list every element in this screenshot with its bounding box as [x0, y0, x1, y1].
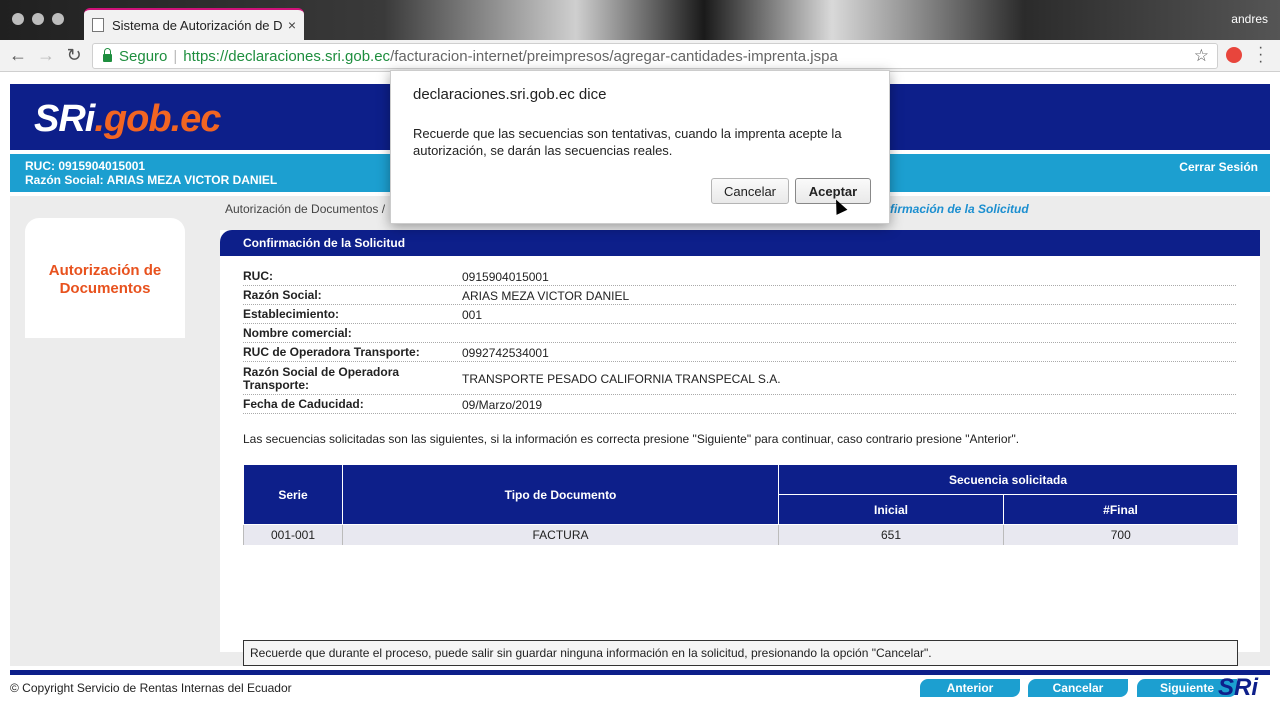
browser-menu-icon[interactable]: · · ·: [1258, 40, 1263, 70]
url-path: /facturacion-internet/preimpresos/agrega…: [390, 47, 838, 65]
breadcrumb-current: firmación de la Solicitud: [890, 202, 1029, 216]
dialog-cancel-button[interactable]: Cancelar: [711, 178, 789, 204]
url-host: https://declaraciones.sri.gob.ec: [183, 47, 391, 65]
field-ruc: RUC: 0915904015001: [243, 270, 1236, 286]
document-favicon-icon: [92, 18, 104, 32]
sidebar-card: Autorización de Documentos: [25, 218, 185, 338]
sidebar-title[interactable]: Autorización de Documentos: [25, 262, 185, 298]
logo-ec-text: .ec: [170, 98, 222, 140]
field-label: RUC de Operadora Transporte:: [243, 345, 420, 359]
col-secuencia: Secuencia solicitada: [778, 464, 1238, 495]
col-final: #Final: [1003, 494, 1238, 525]
dialog-message: Recuerde que las secuencias son tentativ…: [413, 126, 842, 158]
minimize-window-icon[interactable]: [32, 13, 44, 25]
field-nombre-comercial: Nombre comercial:: [243, 327, 1236, 343]
sequence-notice: Las secuencias solicitadas son las sigui…: [243, 432, 1020, 446]
breadcrumb[interactable]: Autorización de Documentos /: [225, 202, 385, 216]
extension-icon[interactable]: [1226, 47, 1242, 63]
footer-line: [10, 670, 1270, 675]
lock-icon: [103, 48, 112, 62]
tab-close-icon[interactable]: ×: [288, 17, 296, 33]
field-label: Fecha de Caducidad:: [243, 397, 364, 411]
reload-icon[interactable]: ↻: [64, 45, 84, 66]
forward-arrow-icon[interactable]: →: [36, 45, 56, 66]
anterior-button[interactable]: Anterior: [920, 679, 1020, 697]
logout-link[interactable]: Cerrar Sesión: [1179, 160, 1258, 174]
field-value: 0915904015001: [462, 270, 549, 284]
field-value: 09/Marzo/2019: [462, 398, 543, 412]
logo-gob-text: gob: [103, 98, 172, 140]
back-arrow-icon[interactable]: ←: [8, 45, 28, 66]
logo-dot: .: [94, 98, 105, 140]
field-razon-operadora: Razón Social de Operadora Transporte: TR…: [243, 365, 1236, 395]
field-establecimiento: Establecimiento: 001: [243, 308, 1236, 324]
profile-name[interactable]: andres: [1231, 12, 1268, 26]
user-ruc: RUC: 0915904015001: [25, 159, 146, 173]
cell-inicial: 651: [778, 524, 1004, 545]
bookmark-star-icon[interactable]: ☆: [1194, 46, 1209, 66]
field-label: Establecimiento:: [243, 307, 340, 321]
col-inicial: Inicial: [778, 494, 1004, 525]
cell-final: 700: [1003, 524, 1238, 545]
field-value: ARIAS MEZA VICTOR DANIEL: [462, 289, 630, 303]
user-razon-social: Razón Social: ARIAS MEZA VICTOR DANIEL: [25, 173, 278, 187]
address-bar[interactable]: Seguro | https://declaraciones.sri.gob.e…: [92, 43, 1218, 69]
sri-logo[interactable]: SRi.gob.ec: [34, 98, 222, 141]
confirmation-panel: Confirmación de la Solicitud RUC: 091590…: [220, 230, 1260, 697]
col-tipo-documento: Tipo de Documento: [342, 464, 779, 525]
field-label: Razón Social de Operadora Transporte:: [243, 365, 400, 392]
cancel-note: Recuerde que durante el proceso, puede s…: [243, 640, 1238, 666]
cell-serie: 001-001: [243, 524, 343, 545]
cancelar-button[interactable]: Cancelar: [1028, 679, 1128, 697]
field-fecha-caducidad: Fecha de Caducidad: 09/Marzo/2019: [243, 398, 1236, 414]
tab-title: Sistema de Autorización de Do: [112, 17, 282, 33]
cell-tipo: FACTURA: [342, 524, 779, 545]
secure-label: Seguro: [119, 47, 168, 65]
address-separator: |: [173, 47, 178, 65]
field-label: RUC:: [243, 269, 273, 283]
footer-logo: SRi: [1218, 674, 1259, 701]
browser-toolbar: ← → ↻ Seguro | https://declaraciones.sri…: [0, 40, 1280, 72]
field-value: 001: [462, 308, 483, 322]
field-label: Razón Social:: [243, 288, 322, 302]
user-info: RUC: 0915904015001 Razón Social: ARIAS M…: [25, 159, 277, 187]
table-row: 001-001 FACTURA 651 700: [243, 524, 1238, 545]
maximize-window-icon[interactable]: [52, 13, 64, 25]
close-window-icon[interactable]: [12, 13, 24, 25]
field-ruc-operadora: RUC de Operadora Transporte: 09927425340…: [243, 346, 1236, 362]
col-serie: Serie: [243, 464, 343, 525]
alert-dialog: declaraciones.sri.gob.ec dice Recuerde q…: [390, 70, 890, 224]
field-value: 0992742534001: [462, 346, 549, 360]
field-value: TRANSPORTE PESADO CALIFORNIA TRANSPECAL …: [462, 372, 781, 386]
copyright: © Copyright Servicio de Rentas Internas …: [10, 681, 292, 695]
logo-sri-text: SRi: [34, 98, 95, 140]
sequence-table: Serie Tipo de Documento Secuencia solici…: [243, 464, 1238, 545]
field-razon-social: Razón Social: ARIAS MEZA VICTOR DANIEL: [243, 289, 1236, 305]
panel-title: Confirmación de la Solicitud: [220, 230, 1260, 256]
field-label: Nombre comercial:: [243, 326, 352, 340]
browser-tab[interactable]: Sistema de Autorización de Do ×: [84, 8, 304, 40]
dialog-title: declaraciones.sri.gob.ec dice: [413, 86, 607, 103]
browser-titlebar: Sistema de Autorización de Do × andres: [0, 0, 1280, 40]
